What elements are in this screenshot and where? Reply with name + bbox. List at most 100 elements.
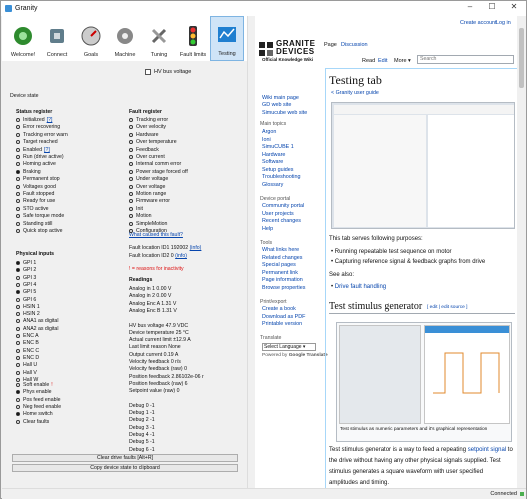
close-button[interactable]: ✕ [503, 2, 525, 11]
create-account-link[interactable]: Create account [460, 20, 497, 26]
nav-wiki-main[interactable]: Wiki main page [262, 95, 299, 101]
minimize-button[interactable]: – [459, 2, 481, 11]
input-item: GPI 3 [16, 275, 36, 281]
print-link[interactable]: Printable version [262, 321, 302, 327]
main-topic-link[interactable]: Argon [262, 129, 276, 135]
nav-simucube-web[interactable]: Simucube web site [262, 110, 307, 116]
fault-location-2-info-link[interactable]: (info) [175, 253, 187, 259]
fault-item: Firmware error [129, 198, 170, 204]
reading-value: Debug 6 -1 [129, 446, 155, 453]
setpoint-signal-link[interactable]: setpoint signal [468, 447, 506, 453]
tab-edit[interactable]: Edit [378, 58, 387, 64]
testing-tab-screenshot[interactable] [331, 102, 515, 229]
status-register-title: Status register [16, 109, 53, 115]
portal-link[interactable]: Recent changes [262, 218, 301, 224]
fault-item-label: Feedback [136, 146, 159, 153]
portal-link[interactable]: Help [262, 226, 273, 232]
fault-location-1-info-link[interactable]: (info) [190, 245, 202, 251]
status-item: Ready for use [16, 198, 55, 204]
main-topic-link[interactable]: Ioni [262, 137, 271, 143]
main-topic-link[interactable]: Glossary [262, 182, 283, 188]
main-topic-link[interactable]: Troubleshooting [262, 174, 300, 180]
main-topic-link[interactable]: Software [262, 159, 283, 165]
main-topic-link[interactable]: Hardware [262, 152, 285, 158]
tab-more[interactable]: More ▾ [394, 58, 411, 64]
bullet-1-text: Running repeatable test sequence on moto… [334, 249, 452, 255]
input-item-label: HSIN 1 [23, 303, 40, 310]
user-guide-breadcrumb[interactable]: < Granity user guide [331, 90, 379, 96]
status-indicator-icon [129, 169, 133, 174]
status-indicator-icon [129, 140, 133, 145]
testing-icon [216, 24, 238, 46]
status-item-label: Initialized [23, 117, 45, 123]
status-indicator-icon [16, 155, 20, 159]
nav-gd-web[interactable]: GD web site [262, 102, 291, 108]
maximize-button[interactable]: ☐ [481, 2, 503, 11]
enable-item: Pos feed enable [16, 397, 61, 403]
browser-scrollbar[interactable] [517, 16, 526, 488]
tab-read[interactable]: Read [362, 58, 375, 64]
connection-status: Connected [490, 491, 517, 497]
status-item: Braking [16, 169, 41, 175]
toolbar-goals[interactable]: Goals [74, 16, 108, 61]
status-indicator-icon [16, 147, 20, 152]
granite-devices-logo[interactable]: GRANITE DEVICES Official Knowledge Wiki [258, 39, 333, 65]
enable-item-help-link[interactable]: ! [51, 382, 52, 388]
clear-drive-faults-button[interactable]: Clear drive faults [Alt+R] [12, 454, 238, 462]
main-topic-link[interactable]: SimuCUBE 1 [262, 144, 294, 150]
paragraph-line-1: Test stimulus generator is a way to feed… [329, 447, 513, 453]
print-link[interactable]: Download as PDF [262, 314, 305, 320]
toolbar-tuning[interactable]: Tuning [142, 16, 176, 61]
hv-bus-voltage-checkbox[interactable] [145, 69, 151, 75]
powered-by-text: Powered by [262, 353, 288, 358]
main-topic-link[interactable]: Setup guides [262, 167, 293, 173]
left-scrollbar[interactable] [247, 16, 255, 488]
tool-link[interactable]: What links here [262, 247, 299, 253]
browser-scroll-thumb[interactable] [519, 28, 524, 88]
language-select[interactable]: Select Language ▾ [262, 343, 316, 351]
tool-link[interactable]: Special pages [262, 262, 296, 268]
readings-title: Readings [129, 277, 153, 283]
input-item: ENC B [16, 340, 39, 346]
section-edit-links[interactable]: [ edit | edit source ] [427, 305, 467, 310]
tool-link[interactable]: Related changes [262, 255, 302, 261]
toolbar-machine[interactable]: Machine [108, 16, 142, 61]
status-item-label: Run (drive active) [23, 154, 64, 160]
tab-page[interactable]: Page [324, 42, 337, 48]
stimulus-params-screenshot[interactable] [339, 325, 421, 424]
toolbar-connect[interactable]: Connect [40, 16, 74, 61]
drive-fault-handling-link[interactable]: Drive fault handling [335, 284, 386, 290]
reading-value: Analog in 1 0.00 V [129, 286, 172, 292]
status-indicator-icon [16, 304, 20, 309]
copy-device-state-button[interactable]: Copy device state to clipboard [12, 464, 238, 472]
input-item: ANA2 as digital [16, 326, 58, 332]
enable-item-label: Neg feed enable [23, 403, 62, 410]
print-link[interactable]: Create a book [262, 306, 296, 312]
reading-value: Debug 5 -1 [129, 439, 155, 446]
tool-link[interactable]: Browse properties [262, 285, 305, 291]
input-item: HSIN 2 [16, 311, 40, 317]
status-indicator-icon [129, 147, 133, 152]
status-indicator-icon [16, 312, 20, 317]
tab-discussion[interactable]: Discussion [341, 42, 368, 48]
fault-item: Power stage forced off [129, 169, 188, 175]
portal-link[interactable]: User projects [262, 211, 294, 217]
stimulus-graph-screenshot[interactable] [424, 325, 510, 424]
tool-link[interactable]: Permanent link [262, 270, 298, 276]
status-item: Initialized [?] [16, 117, 52, 123]
log-in-link[interactable]: Log in [496, 20, 511, 26]
portal-link[interactable]: Community portal [262, 203, 304, 209]
status-item-help-link[interactable]: [?] [47, 117, 53, 123]
status-item: Safe torque mode [16, 213, 64, 219]
article-content: Testing tab < Granity user guide This ta… [325, 68, 517, 488]
toolbar-fault-limits[interactable]: Fault limits [176, 16, 210, 61]
reading-value: Analog Enc B 1.31 V [129, 307, 177, 314]
fault-item-label: Over temperature [136, 139, 177, 146]
bullet-2-text: Capturing reference signal & feedback gr… [334, 259, 486, 265]
tool-link[interactable]: Page information [262, 277, 303, 283]
toolbar-welcome[interactable]: Welcome! [6, 16, 40, 61]
toolbar-testing[interactable]: Testing [210, 16, 244, 61]
status-item-label: Braking [23, 168, 41, 175]
status-item-help-link[interactable]: [?] [44, 147, 50, 153]
search-input[interactable]: Search [417, 55, 514, 64]
